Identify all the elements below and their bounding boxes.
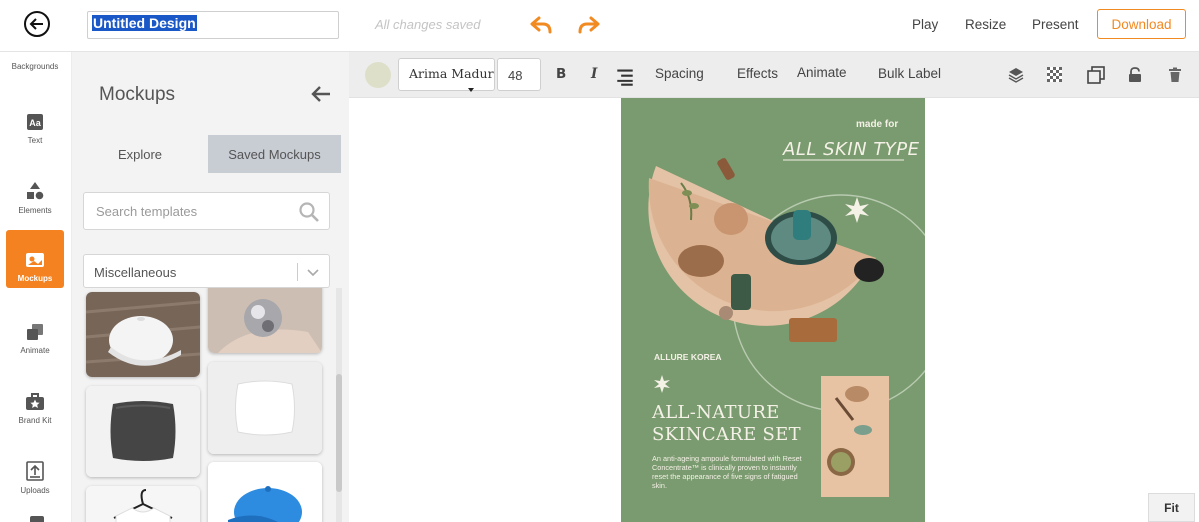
present-button[interactable]: Present — [1032, 17, 1079, 32]
nav-item-text[interactable]: Aa Text — [6, 92, 64, 150]
nav-item-elements[interactable]: Elements — [6, 162, 64, 220]
bold-button[interactable]: B — [556, 66, 566, 82]
mockups-icon — [26, 253, 44, 267]
nav-label: Brand Kit — [18, 416, 52, 425]
close-panel-button[interactable] — [310, 85, 332, 103]
category-select[interactable]: Miscellaneous — [83, 254, 330, 288]
arrow-left-icon — [29, 18, 43, 30]
design-title-input[interactable]: Untitled Design — [87, 11, 339, 39]
mockup-thumbnail-blue-cap[interactable] — [208, 462, 322, 522]
undo-button[interactable] — [529, 13, 553, 37]
mockup-grid — [72, 288, 349, 522]
mockup-thumbnail-white-cap[interactable] — [86, 292, 200, 377]
resize-button[interactable]: Resize — [965, 17, 1006, 32]
design-headline-2[interactable]: SKINCARE SET — [652, 424, 801, 445]
mockups-panel: Mockups Explore Saved Mockups Miscellane… — [72, 52, 349, 522]
panel-title: Mockups — [99, 84, 176, 105]
design-made-for-text[interactable]: made for — [856, 119, 898, 130]
lock-icon[interactable] — [1128, 67, 1142, 83]
nav-label: Animate — [20, 346, 50, 355]
design-body-text[interactable]: An anti-ageing ampoule formulated with R… — [652, 454, 802, 490]
effects-button[interactable]: Effects — [737, 66, 778, 81]
bulk-label-button[interactable]: Bulk Label — [878, 66, 941, 81]
font-family-select[interactable]: Arima Madurai — [398, 58, 495, 91]
nav-label: Text — [27, 136, 43, 145]
font-size-input[interactable]: 48 — [497, 58, 541, 91]
transparency-icon[interactable] — [1047, 67, 1062, 82]
mockup-thumbnail-white-pillow[interactable] — [208, 362, 322, 454]
tab-explore[interactable]: Explore — [72, 135, 208, 173]
fit-button[interactable]: Fit — [1148, 493, 1195, 522]
search-box — [83, 192, 330, 230]
top-bar: Untitled Design All changes saved Play R… — [0, 0, 1199, 52]
redo-button[interactable] — [577, 13, 601, 37]
editor-toolbar: Arima Madurai 48 B I Spacing Effects Ani… — [349, 52, 1199, 98]
left-nav: Backgrounds Aa Text Elements Mockups Ani… — [0, 52, 72, 522]
download-button[interactable]: Download — [1097, 9, 1186, 39]
nav-item-brand-kit[interactable]: Brand Kit — [6, 372, 64, 430]
animate-button[interactable]: Animate — [797, 65, 847, 80]
spacing-button[interactable]: Spacing — [655, 66, 704, 81]
search-input[interactable] — [94, 203, 289, 220]
duplicate-icon[interactable] — [1086, 65, 1106, 85]
back-button[interactable] — [24, 11, 50, 37]
tab-saved-mockups[interactable]: Saved Mockups — [208, 135, 341, 173]
save-status-text: All changes saved — [375, 17, 481, 32]
nav-item-more[interactable] — [30, 516, 44, 522]
mockup-thumbnail-dark-pillow[interactable] — [86, 386, 200, 477]
redo-icon — [578, 16, 600, 34]
undo-icon — [530, 16, 552, 34]
arrow-left-icon — [311, 86, 330, 102]
canvas-area[interactable]: made for ALL SKIN TYPE ALLURE KOREA ALL-… — [349, 98, 1199, 522]
trash-icon[interactable] — [1168, 67, 1182, 83]
upload-icon — [26, 461, 44, 481]
brand-kit-icon — [26, 393, 44, 410]
nav-item-mockups[interactable]: Mockups — [6, 230, 64, 288]
text-color-swatch[interactable] — [365, 62, 391, 88]
elements-icon — [27, 182, 44, 200]
layers-icon[interactable] — [1008, 67, 1024, 83]
caret-down-icon — [468, 88, 474, 92]
mockup-thumbnail-silver-sphere[interactable] — [208, 288, 322, 353]
chevron-down-icon — [307, 269, 319, 277]
nav-label: Elements — [18, 206, 52, 215]
design-page[interactable]: made for ALL SKIN TYPE ALLURE KOREA ALL-… — [621, 98, 925, 522]
nav-item-backgrounds[interactable]: Backgrounds — [0, 62, 70, 71]
nav-item-uploads[interactable]: Uploads — [6, 442, 64, 500]
align-icon[interactable] — [616, 68, 634, 86]
nav-item-animate[interactable]: Animate — [6, 302, 64, 360]
text-icon: Aa — [27, 114, 43, 130]
mockup-thumbnail-shirt-hanger[interactable] — [86, 486, 200, 522]
nav-label: Uploads — [20, 486, 50, 495]
italic-button[interactable]: I — [591, 66, 597, 82]
animate-icon — [27, 324, 43, 340]
search-icon[interactable] — [298, 201, 320, 223]
nav-label: Mockups — [17, 274, 53, 283]
scrollbar-thumb[interactable] — [336, 374, 342, 492]
play-button[interactable]: Play — [912, 17, 938, 32]
svg-text:Aa: Aa — [29, 118, 41, 128]
design-brand-text[interactable]: ALLURE KOREA — [654, 352, 722, 362]
design-title-text: Untitled Design — [92, 15, 197, 31]
select-divider — [297, 263, 298, 281]
design-skin-type-text[interactable]: ALL SKIN TYPE — [783, 139, 920, 160]
design-headline-1[interactable]: ALL-NATURE — [652, 402, 780, 423]
category-selected-value: Miscellaneous — [94, 265, 177, 280]
